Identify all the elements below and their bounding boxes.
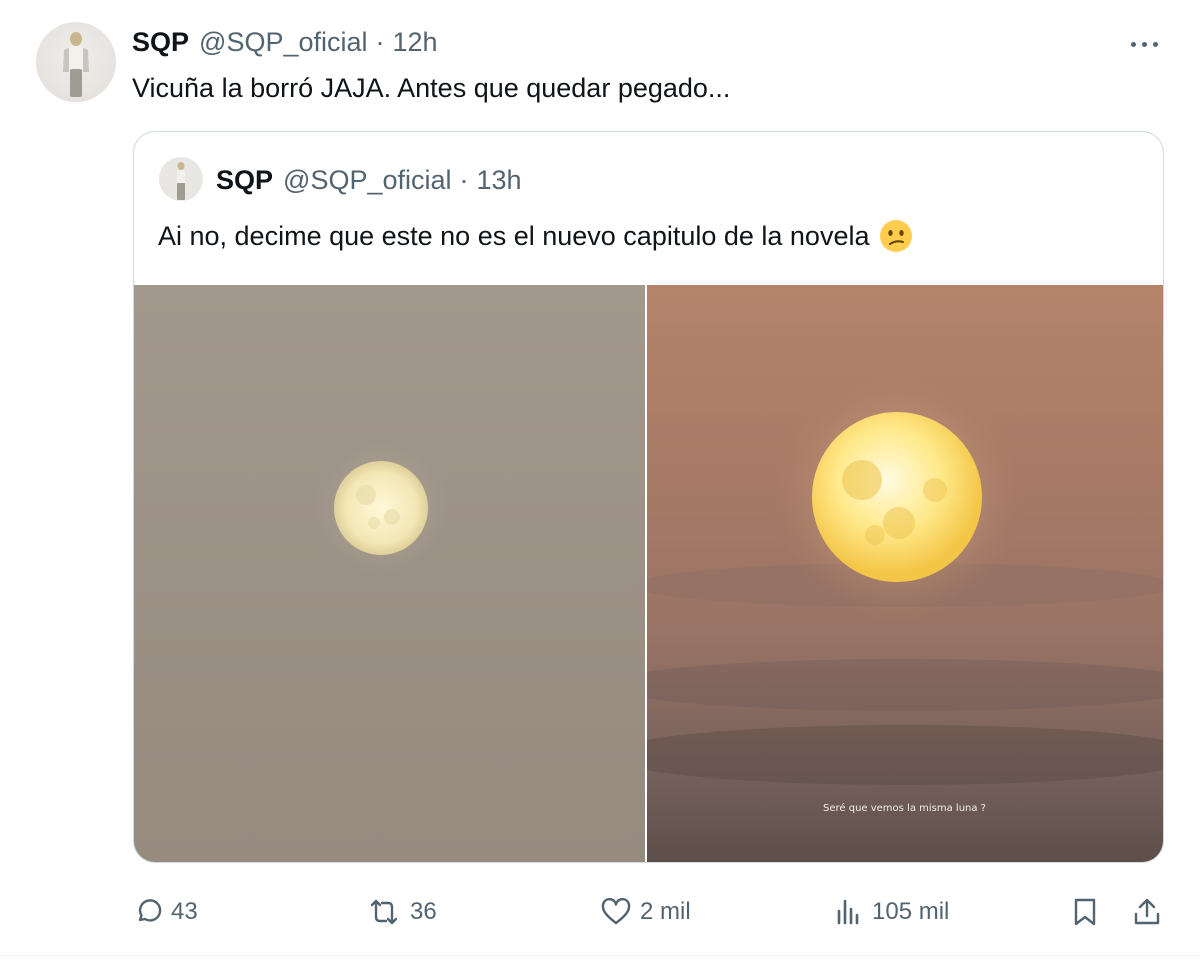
timestamp[interactable]: 12h: [393, 27, 438, 58]
image-caption: Seré que vemos la misma luna ?: [823, 803, 986, 814]
bookmark-icon: [1070, 896, 1100, 928]
divider: [0, 955, 1200, 956]
quoted-author-handle: @SQP_oficial: [283, 164, 452, 195]
quoted-avatar: [159, 157, 203, 201]
author-handle[interactable]: @SQP_oficial: [199, 27, 367, 58]
tweet-header: SQP @SQP_oficial · 12h: [132, 24, 438, 60]
avatar[interactable]: [36, 22, 116, 102]
separator-dot: ·: [375, 26, 385, 57]
views-chart-icon: [834, 897, 864, 927]
action-bar: 43 36 2 mil 105 mil: [0, 890, 1200, 934]
quoted-author-name: SQP: [216, 164, 274, 195]
repost-button[interactable]: 36: [366, 890, 437, 934]
tweet: SQP @SQP_oficial · 12h Vicuña la borró J…: [0, 0, 1200, 976]
reply-icon: [133, 897, 163, 927]
author-name[interactable]: SQP: [132, 27, 189, 58]
moon-photo-right[interactable]: Seré que vemos la misma luna ?: [647, 285, 1163, 862]
heart-icon: [600, 897, 632, 927]
repost-count: 36: [410, 898, 437, 925]
bookmark-button[interactable]: [1070, 890, 1100, 934]
views-button[interactable]: 105 mil: [834, 890, 949, 934]
quoted-separator-dot: ·: [459, 164, 469, 195]
quoted-tweet[interactable]: SQP @SQP_oficial · 13h Ai no, decime que…: [133, 131, 1164, 863]
reply-count: 43: [171, 898, 198, 925]
quoted-timestamp: 13h: [476, 164, 522, 195]
more-options-icon[interactable]: [1128, 30, 1162, 58]
quoted-text-line: Ai no, decime que este no es el nuevo ca…: [158, 218, 913, 254]
views-count: 105 mil: [872, 898, 950, 925]
share-button[interactable]: [1132, 890, 1162, 934]
tweet-text: Vicuña la borró JAJA. Antes que quedar p…: [132, 73, 731, 103]
quoted-header: SQP @SQP_oficial · 13h: [216, 162, 522, 198]
like-count: 2 mil: [640, 898, 691, 925]
moon-photo-left[interactable]: [134, 285, 645, 862]
share-icon: [1132, 896, 1162, 928]
reply-button[interactable]: 43: [133, 890, 198, 934]
repost-icon: [366, 897, 402, 927]
like-button[interactable]: 2 mil: [600, 890, 691, 934]
quoted-text: Ai no, decime que este no es el nuevo ca…: [158, 221, 870, 251]
confused-face-icon: [879, 219, 913, 253]
media-grid: Seré que vemos la misma luna ?: [134, 285, 1163, 862]
